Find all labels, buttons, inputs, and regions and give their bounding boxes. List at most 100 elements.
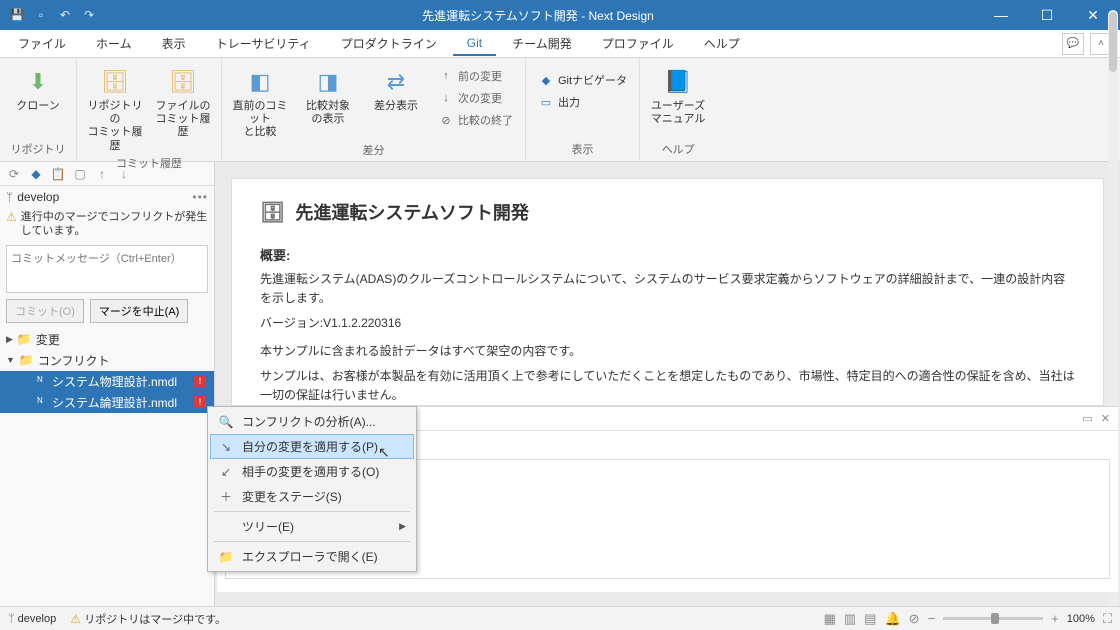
apply-theirs-icon: ↙: [218, 465, 234, 479]
commit-button[interactable]: コミット(O): [6, 299, 84, 323]
branch-nav-icon[interactable]: ◆: [28, 167, 44, 181]
menu-productline[interactable]: プロダクトライン: [327, 31, 451, 56]
compare-target-button[interactable]: ◨ 比較対象 の表示: [298, 62, 358, 140]
maximize-icon[interactable]: ☐: [1024, 0, 1070, 30]
doc-title-row: 🗄 先進運転システムソフト開発: [260, 199, 1075, 225]
menu-git[interactable]: Git: [453, 32, 496, 56]
close-pane-icon[interactable]: ✕: [1101, 412, 1110, 425]
output-button[interactable]: ▭出力: [534, 92, 631, 112]
stash-icon[interactable]: 📋: [50, 167, 66, 181]
next-change-button[interactable]: ↓次の変更: [434, 88, 517, 108]
ctx-stage-change[interactable]: ＋ 変更をステージ(S): [210, 484, 414, 509]
warning-text: 進行中のマージでコンフリクトが発生しています。: [21, 210, 208, 239]
menu-home[interactable]: ホーム: [82, 31, 146, 56]
ctx-apply-theirs[interactable]: ↙ 相手の変更を適用する(O): [210, 459, 414, 484]
folder-icon: 📁: [17, 332, 32, 346]
compare-prev-icon: ◧: [244, 66, 276, 98]
save-icon[interactable]: 💾: [8, 6, 26, 24]
warning-icon: ⚠: [6, 210, 17, 226]
changes-label: 変更: [36, 331, 60, 348]
notification-icon[interactable]: 🔔: [884, 611, 900, 627]
scrollbar-thumb[interactable]: [1109, 12, 1117, 72]
undo-icon[interactable]: ↶: [56, 6, 74, 24]
compare-target-icon: ◨: [312, 66, 344, 98]
manual-button[interactable]: 📘 ユーザーズ マニュアル: [648, 62, 708, 139]
error-count-icon[interactable]: ⊘: [909, 611, 920, 627]
menu-file[interactable]: ファイル: [4, 31, 80, 56]
conflicts-label: コンフリクト: [38, 352, 110, 369]
minimize-icon[interactable]: ―: [978, 0, 1024, 30]
zoom-slider[interactable]: [943, 617, 1043, 620]
doc-paragraph: バージョン:V1.1.2.220316: [260, 314, 1075, 333]
status-branch[interactable]: ᛘ develop: [8, 613, 56, 625]
abort-merge-button[interactable]: マージを中止(A): [90, 299, 188, 323]
ctx-separator: [214, 511, 410, 512]
file-history-button[interactable]: 🗄 ファイルの コミット履歴: [153, 62, 213, 153]
menu-profile[interactable]: プロファイル: [588, 31, 688, 56]
diff-view-button[interactable]: ⇄ 差分表示: [366, 62, 426, 140]
branch-icon: ᛘ: [8, 613, 18, 625]
statusbar: ᛘ develop ⚠ リポジトリはマージ中です。 ▦ ▥ ▤ 🔔 ⊘ − + …: [0, 606, 1120, 630]
conflict-file-item[interactable]: システム物理設計.nmdl !: [0, 371, 214, 392]
conflict-file-item[interactable]: システム論理設計.nmdl !: [0, 392, 214, 413]
file-history-label: ファイルの コミット履歴: [153, 100, 213, 140]
fit-icon[interactable]: ⛶: [1103, 611, 1112, 627]
overview-label: 概要:: [260, 245, 1075, 264]
menu-traceability[interactable]: トレーサビリティ: [202, 31, 325, 56]
document-view: 🗄 先進運転システムソフト開発 概要: 先進運転システム(ADAS)のクルーズコ…: [231, 178, 1104, 406]
end-compare-button[interactable]: ⊘比較の終了: [434, 110, 517, 130]
conflict-badge-icon: !: [194, 396, 206, 408]
ctx-apply-mine[interactable]: ↘ 自分の変更を適用する(P): [210, 434, 414, 459]
db-icon: 🗄: [260, 200, 285, 225]
ctx-separator: [214, 541, 410, 542]
conflicts-header[interactable]: ▼ 📁 コンフリクト: [0, 350, 214, 371]
changes-header[interactable]: ▶ 📁 変更: [0, 329, 214, 350]
window-controls: ― ☐ ✕: [978, 0, 1116, 30]
prev-change-button[interactable]: ↑前の変更: [434, 66, 517, 86]
redo-icon[interactable]: ↷: [80, 6, 98, 24]
git-navigator-button[interactable]: ◆Gitナビゲータ: [534, 70, 631, 90]
view-mode-1-icon[interactable]: ▦: [824, 611, 836, 627]
view-mode-3-icon[interactable]: ▤: [864, 611, 876, 627]
clone-button[interactable]: ⬇ クローン: [8, 62, 68, 139]
doc-paragraph: 本サンプルに含まれる設計データはすべて架空の内容です。: [260, 342, 1075, 361]
compare-prev-label: 直前のコミット と比較: [230, 100, 290, 140]
view-mode-2-icon[interactable]: ▥: [844, 611, 856, 627]
commit-message-input[interactable]: [6, 245, 208, 293]
collapse-tri-icon: ▶: [6, 334, 13, 345]
analyze-icon: 🔍: [218, 415, 234, 429]
output-icon: ▭: [538, 96, 554, 109]
repo-history-button[interactable]: 🗄 リポジトリの コミット履歴: [85, 62, 145, 153]
menu-view[interactable]: 表示: [148, 31, 200, 56]
refresh-icon[interactable]: ⟳: [6, 167, 22, 181]
group-label-help: ヘルプ: [648, 139, 708, 161]
zoom-in-icon[interactable]: +: [1051, 611, 1059, 626]
branch-row[interactable]: ᛘ develop •••: [0, 186, 214, 208]
file-history-icon: 🗄: [167, 66, 199, 98]
compare-prev-button[interactable]: ◧ 直前のコミット と比較: [230, 62, 290, 140]
window-title: 先進運転システムソフト開発 - Next Design: [98, 7, 978, 24]
ribbon-group-help: 📘 ユーザーズ マニュアル ヘルプ: [640, 58, 716, 161]
doc-paragraph: 先進運転システム(ADAS)のクルーズコントロールシステムについて、システムのサ…: [260, 270, 1075, 308]
feedback-icon[interactable]: 💬: [1062, 33, 1084, 55]
down-arrow-icon: ↓: [438, 92, 454, 104]
warning-icon: ⚠: [70, 612, 84, 626]
ctx-open-explorer[interactable]: 📁 エクスプローラで開く(E): [210, 544, 414, 569]
zoom-thumb[interactable]: [991, 613, 999, 624]
clone-icon: ⬇: [22, 66, 54, 98]
manual-label: ユーザーズ マニュアル: [651, 100, 706, 126]
ribbon: ⬇ クローン リポジトリ 🗄 リポジトリの コミット履歴 🗄 ファイルの コミッ…: [0, 58, 1120, 162]
ctx-tree-submenu[interactable]: ツリー(E) ▶: [210, 514, 414, 539]
git-navigator-icon: ◆: [538, 74, 554, 87]
ctx-analyze-conflict[interactable]: 🔍 コンフリクトの分析(A)...: [210, 409, 414, 434]
new-icon[interactable]: ▫: [32, 6, 50, 24]
menu-help[interactable]: ヘルプ: [690, 31, 754, 56]
zoom-out-icon[interactable]: −: [928, 611, 936, 626]
git-sidebar: ⟳ ◆ 📋 ▢ ↑ ↓ ᛘ develop ••• ⚠ 進行中のマージでコンフリ…: [0, 162, 215, 606]
menubar: ファイル ホーム 表示 トレーサビリティ プロダクトライン Git チーム開発 …: [0, 30, 1120, 58]
dock-icon[interactable]: ▭: [1082, 412, 1092, 425]
ribbon-group-repository: ⬇ クローン リポジトリ: [0, 58, 77, 161]
zoom-value[interactable]: 100%: [1067, 613, 1095, 625]
menu-team[interactable]: チーム開発: [498, 31, 586, 56]
branch-menu-icon[interactable]: •••: [192, 190, 208, 204]
